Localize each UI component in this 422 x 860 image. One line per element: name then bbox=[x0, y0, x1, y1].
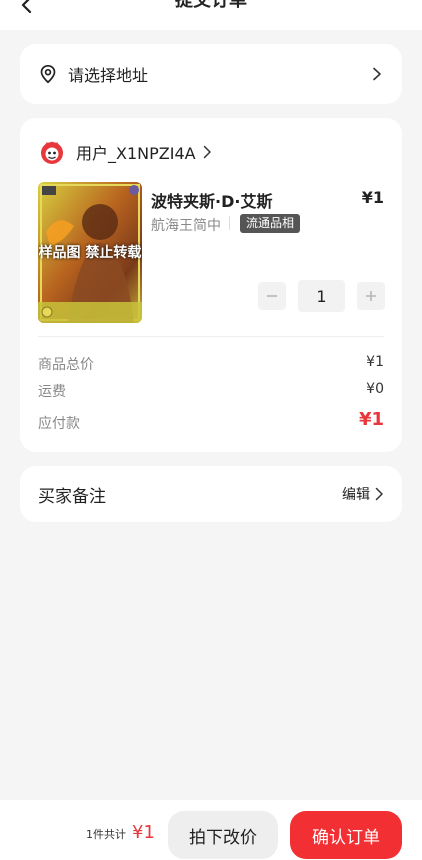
product-price: ¥1 bbox=[361, 188, 384, 207]
payable-label: 应付款 bbox=[38, 416, 80, 432]
address-selector[interactable]: 请选择地址 bbox=[20, 44, 402, 104]
payable-row: 应付款 ¥1 bbox=[38, 409, 384, 433]
address-placeholder: 请选择地址 bbox=[68, 66, 149, 85]
page-title: 提交订单 bbox=[175, 0, 247, 11]
quantity-stepper: 1 bbox=[258, 280, 385, 312]
shipping-row: 运费 ¥0 bbox=[38, 381, 384, 401]
location-pin-icon bbox=[40, 64, 56, 84]
quantity-input[interactable]: 1 bbox=[298, 280, 345, 312]
nav-bar: 提交订单 bbox=[0, 0, 422, 30]
divider bbox=[38, 336, 384, 337]
minus-icon[interactable] bbox=[258, 282, 286, 310]
item-count-text: 1件共计 bbox=[86, 828, 126, 841]
goods-total-label: 商品总价 bbox=[38, 357, 94, 373]
goods-total-value: ¥1 bbox=[366, 354, 384, 370]
confirm-order-button[interactable]: 确认订单 bbox=[290, 811, 402, 859]
edit-note-button[interactable]: 编辑 bbox=[342, 484, 384, 504]
buyer-note-row[interactable]: 买家备注 编辑 bbox=[20, 466, 402, 522]
chevron-right-icon bbox=[375, 487, 383, 501]
product-image[interactable]: 样品图 禁止转载 bbox=[38, 182, 142, 323]
payable-value: ¥1 bbox=[358, 409, 384, 430]
condition-badge: 流通品相 bbox=[240, 214, 301, 233]
seller-logo-icon bbox=[41, 141, 63, 164]
total-price: ¥1 bbox=[132, 822, 155, 843]
buyer-note-label: 买家备注 bbox=[38, 486, 106, 507]
product-name: 波特夹斯·D·艾斯 bbox=[151, 192, 273, 211]
shipping-label: 运费 bbox=[38, 384, 66, 400]
edit-label: 编辑 bbox=[342, 487, 370, 503]
divider bbox=[229, 216, 230, 230]
product-series: 航海王简中 bbox=[151, 218, 221, 234]
plus-icon[interactable] bbox=[357, 282, 385, 310]
seller-name: 用户_X1NPZI4A bbox=[76, 144, 196, 163]
seller-link[interactable]: 用户_X1NPZI4A bbox=[38, 138, 212, 166]
watermark-text: 样品图 禁止转载 bbox=[38, 245, 142, 261]
shipping-value: ¥0 bbox=[366, 381, 384, 397]
chevron-right-icon bbox=[203, 145, 211, 159]
change-price-button[interactable]: 拍下改价 bbox=[168, 811, 278, 859]
order-card: 用户_X1NPZI4A 样品图 禁止转载 波特夹斯·D·艾斯 ¥1 航海王简中 … bbox=[20, 118, 402, 452]
goods-total-row: 商品总价 ¥1 bbox=[38, 354, 384, 374]
chevron-right-icon bbox=[373, 67, 381, 81]
bottom-bar: 1件共计 ¥1 拍下改价 确认订单 bbox=[0, 800, 422, 860]
